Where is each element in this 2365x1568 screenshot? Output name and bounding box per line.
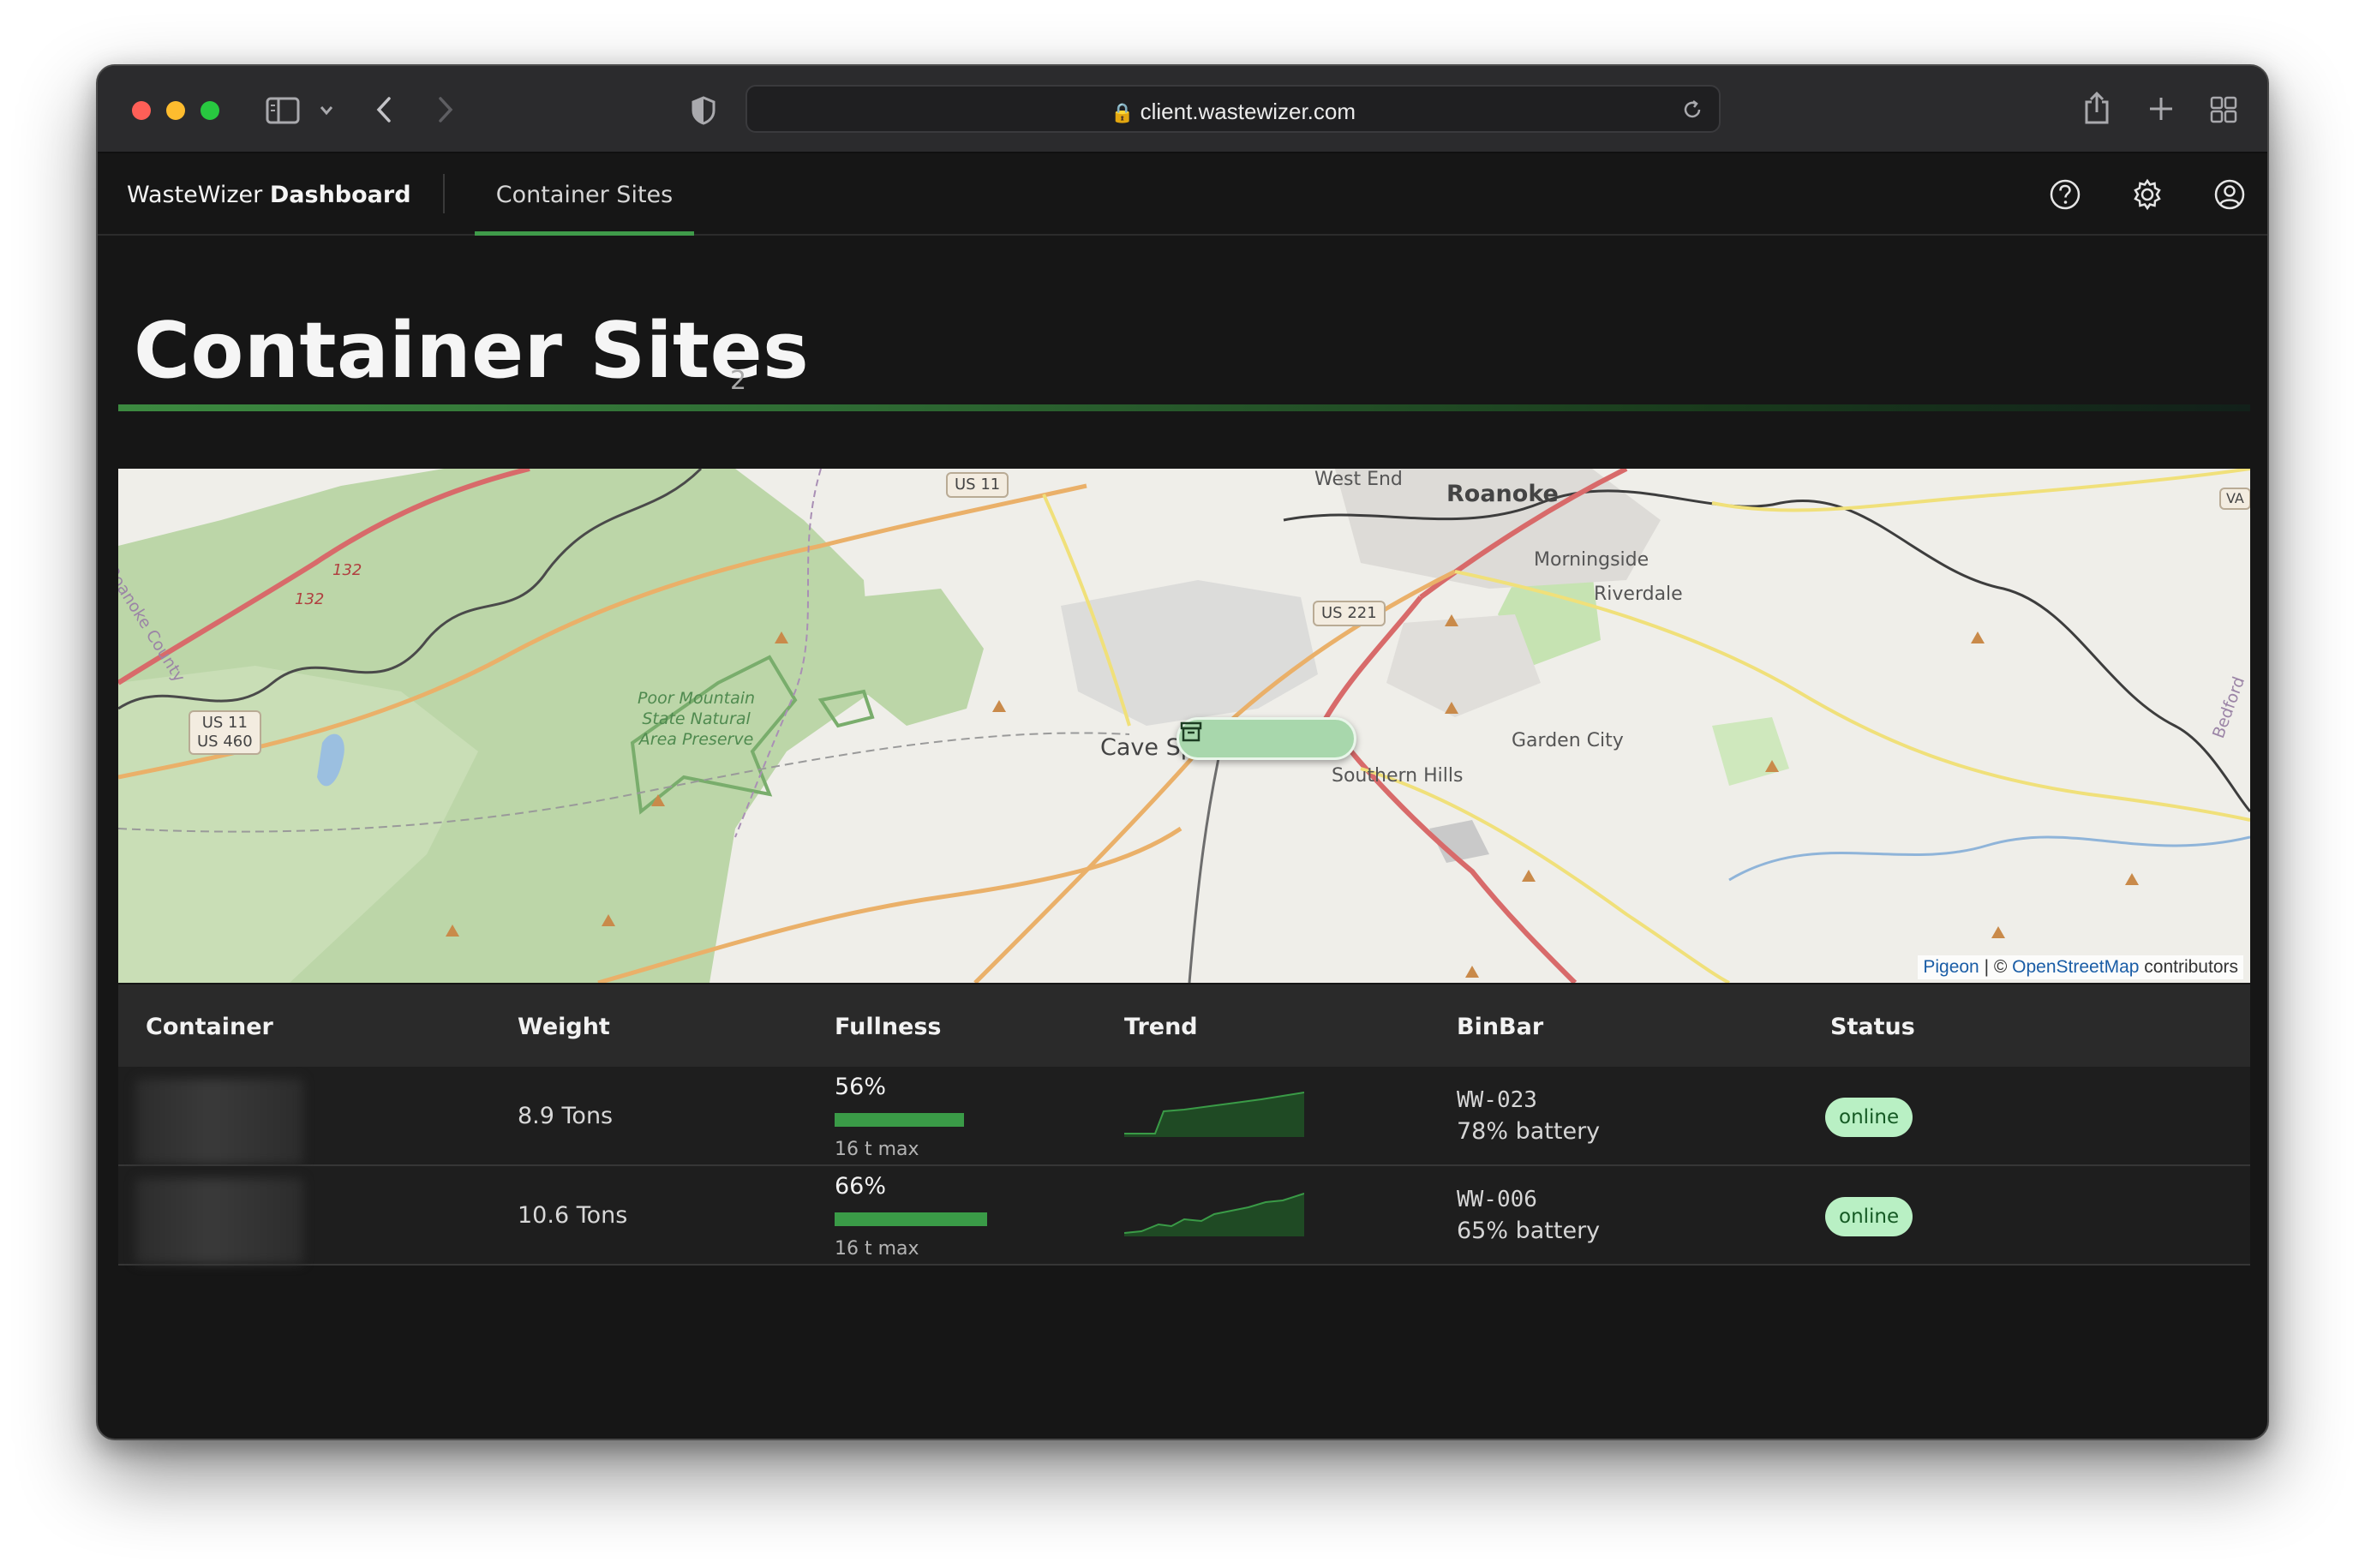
close-window-button[interactable] — [132, 101, 151, 120]
column-header-binbar[interactable]: BinBar — [1457, 1014, 1543, 1040]
fullness-max: 16 t max — [835, 1238, 919, 1260]
fullness-bar — [835, 1212, 988, 1226]
binbar-id[interactable]: WW-006 — [1457, 1187, 1537, 1212]
secondary-road — [1711, 469, 2250, 512]
title-underline — [118, 404, 2250, 411]
map-label-poor-mountain: Poor Mountain State Natural Area Preserv… — [638, 689, 756, 749]
forest-area — [855, 589, 984, 726]
reload-icon[interactable] — [1681, 99, 1703, 121]
route-shield-va: VA — [2219, 488, 2250, 510]
container-name-redacted — [135, 1178, 303, 1264]
weight-value: 8.9 Tons — [518, 1103, 614, 1129]
container-bin-icon — [1180, 721, 1202, 742]
fullness-percent: 56% — [835, 1074, 887, 1100]
app-brand[interactable]: WasteWizer Dashboard — [127, 182, 411, 208]
container-site-marker[interactable] — [1177, 717, 1356, 760]
browser-window: 🔒 client.wastewizer.com WasteWizer Dashb… — [96, 64, 2269, 1440]
fullness-max: 16 t max — [835, 1139, 919, 1160]
page-title: Container Sites — [134, 306, 810, 396]
help-icon[interactable] — [2048, 177, 2082, 212]
map-label-morningside: Morningside — [1534, 549, 1650, 571]
binbar-id[interactable]: WW-023 — [1457, 1087, 1537, 1113]
nav-divider — [443, 174, 445, 213]
trend-sparkline — [1124, 1193, 1304, 1236]
user-profile-icon[interactable] — [2212, 177, 2247, 212]
table-row[interactable]: 8.9 Tons 56% 16 t max WW-023 78% battery… — [118, 1067, 2250, 1166]
route-label-132: 132 — [332, 561, 362, 579]
sidebar-toggle-icon[interactable] — [266, 97, 300, 124]
weight-value: 10.6 Tons — [518, 1202, 628, 1229]
status-badge: online — [1825, 1197, 1913, 1236]
column-header-fullness[interactable]: Fullness — [835, 1014, 942, 1040]
urban-area — [1386, 614, 1541, 717]
zoom-window-button[interactable] — [201, 101, 219, 120]
fullness-bar — [835, 1113, 965, 1127]
fullness-percent: 66% — [835, 1173, 887, 1200]
map-attribution: Pigeon | © OpenStreetMap contributors — [1918, 955, 2243, 979]
map-label-southern-hills: Southern Hills — [1332, 765, 1464, 787]
urban-area — [1061, 580, 1318, 726]
openstreetmap-link[interactable]: OpenStreetMap — [2012, 957, 2139, 977]
column-header-container[interactable]: Container — [146, 1014, 273, 1040]
river — [1728, 835, 2250, 882]
route-shield-us11-us460: US 11 US 460 — [189, 710, 261, 755]
settings-icon[interactable] — [2130, 177, 2164, 212]
new-tab-icon[interactable] — [2147, 95, 2175, 123]
privacy-shield-icon[interactable] — [691, 95, 716, 126]
table-header: Container Weight Fullness Trend BinBar S… — [118, 984, 2250, 1067]
share-icon[interactable] — [2082, 90, 2111, 126]
map-label-roanoke: Roanoke — [1446, 481, 1559, 507]
route-label-132: 132 — [295, 590, 325, 608]
app-navbar: WasteWizer Dashboard Container Sites — [98, 153, 2267, 236]
map-view[interactable]: Roanoke West End Morningside Riverdale G… — [118, 469, 2250, 983]
chevron-down-icon[interactable] — [319, 104, 334, 117]
tab-overview-icon[interactable] — [2209, 95, 2238, 124]
map-label-riverdale: Riverdale — [1594, 584, 1683, 605]
lock-icon: 🔒 — [1110, 102, 1135, 123]
minimize-window-button[interactable] — [166, 101, 185, 120]
map-label-west-end: West End — [1314, 469, 1403, 490]
column-header-trend[interactable]: Trend — [1124, 1014, 1198, 1040]
column-header-weight[interactable]: Weight — [518, 1014, 610, 1040]
binbar-battery: 78% battery — [1457, 1118, 1601, 1145]
url-text: 🔒 client.wastewizer.com — [1110, 99, 1356, 124]
address-bar[interactable]: 🔒 client.wastewizer.com — [745, 85, 1721, 133]
table-row[interactable]: 10.6 Tons 66% 16 t max WW-006 65% batter… — [118, 1166, 2250, 1266]
back-arrow-icon[interactable] — [374, 95, 394, 124]
trend-sparkline — [1124, 1092, 1304, 1137]
fullness-bar-track — [835, 1212, 1066, 1226]
browser-titlebar: 🔒 client.wastewizer.com — [98, 66, 2267, 153]
binbar-battery: 65% battery — [1457, 1218, 1601, 1244]
tab-container-sites[interactable]: Container Sites — [475, 153, 694, 236]
route-shield-us11: US 11 — [946, 472, 1009, 498]
container-name-redacted — [135, 1079, 303, 1164]
status-badge: online — [1825, 1098, 1913, 1137]
route-shield-us221: US 221 — [1313, 601, 1386, 626]
park-area — [1712, 717, 1789, 786]
site-count: 2 — [730, 366, 747, 396]
forward-arrow-icon[interactable] — [435, 95, 456, 124]
minor-road — [1188, 733, 1225, 983]
map-label-garden-city: Garden City — [1512, 730, 1624, 751]
pigeon-link[interactable]: Pigeon — [1923, 957, 1979, 977]
fullness-bar-track — [835, 1113, 1066, 1127]
column-header-status[interactable]: Status — [1830, 1014, 1915, 1040]
